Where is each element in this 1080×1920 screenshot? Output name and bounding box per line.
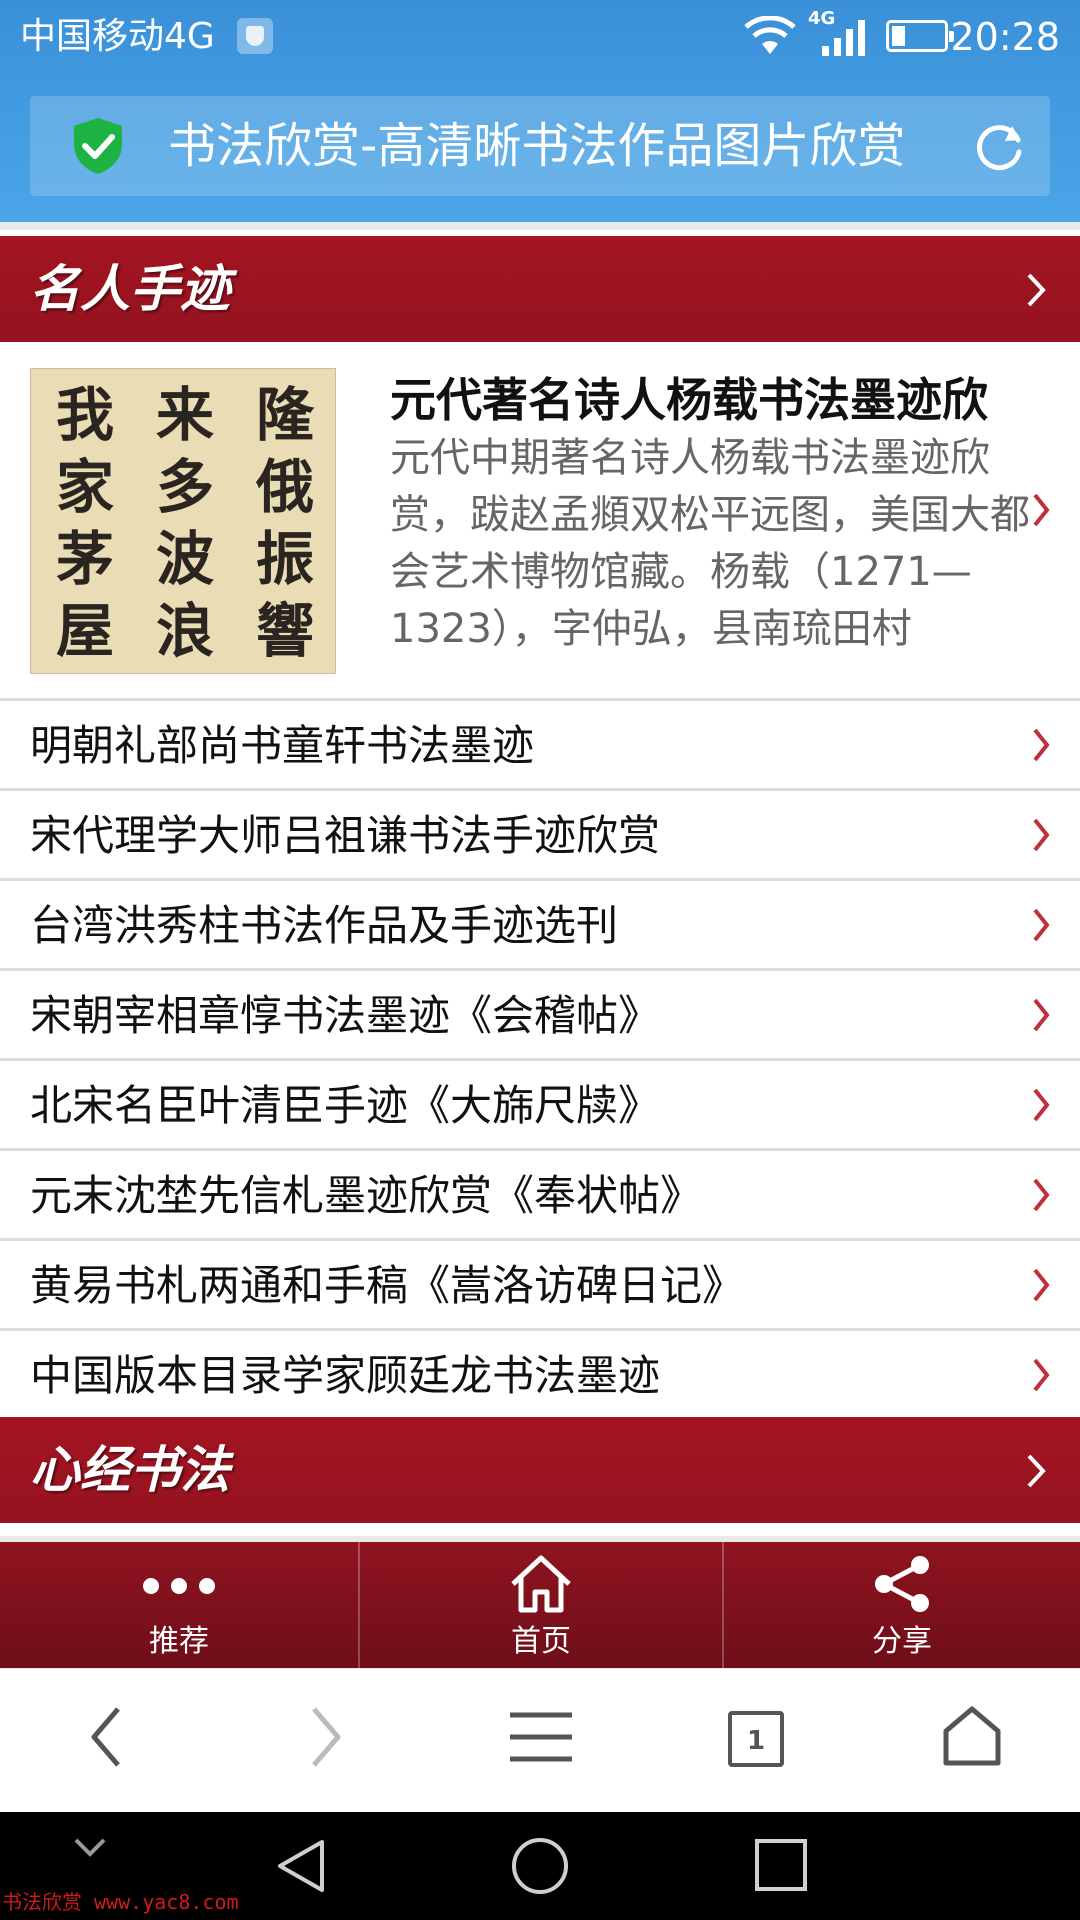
home-icon (511, 1555, 571, 1613)
article-title: 黄易书札两通和手稿《嵩洛访碑日记》 (30, 1261, 745, 1310)
browser-toolbar: 1 (0, 1668, 1080, 1812)
article-list-item[interactable]: 宋朝宰相章惇书法墨迹《会稽帖》 (0, 968, 1080, 1058)
chevron-right-icon (1027, 1454, 1046, 1488)
page-title[interactable]: 书法欣赏-高清晰书法作品图片欣赏 (168, 96, 905, 196)
status-bar: 中国移动4G 4G 20:28 (0, 0, 1080, 74)
article-list: 明朝礼部尚书童轩书法墨迹宋代理学大师吕祖谦书法手迹欣赏 台湾洪秀柱书法作品及手迹选… (0, 698, 1080, 1418)
address-bar[interactable]: 书法欣赏-高清晰书法作品图片欣赏 (30, 96, 1050, 196)
chevron-right-icon (1033, 1178, 1050, 1212)
thumbnail-calligraphy: 来多波浪 (155, 381, 214, 665)
chevron-right-icon (1027, 273, 1046, 307)
battery-icon (886, 20, 954, 52)
nav-recommend[interactable]: 推荐 (0, 1542, 358, 1668)
divider (0, 222, 1080, 230)
article-title: 宋朝宰相章惇书法墨迹《会稽帖》 (30, 991, 661, 1040)
nav-home[interactable]: 首页 (360, 1542, 722, 1668)
share-icon (875, 1556, 929, 1612)
nav-label: 推荐 (149, 1624, 209, 1659)
article-list-item[interactable]: 黄易书札两通和手稿《嵩洛访碑日记》 (0, 1238, 1080, 1328)
notification-icon (237, 18, 273, 54)
featured-thumbnail: 隆俄振響 来多波浪 我家茅屋 (30, 368, 336, 674)
battery-level (892, 26, 905, 46)
refresh-icon[interactable] (972, 118, 1028, 174)
chevron-right-icon (1033, 1268, 1050, 1302)
section-title: 名人手迹 (30, 260, 230, 318)
thumbnail-calligraphy: 隆俄振響 (255, 381, 314, 665)
nav-back-icon[interactable] (272, 1836, 328, 1896)
featured-description: 元代中期著名诗人杨载书法墨迹欣赏，跋赵孟頫双松平远图，美国大都会艺术博物馆藏。杨… (390, 435, 1030, 652)
featured-title[interactable]: 元代著名诗人杨载书法墨迹欣 (390, 364, 1040, 430)
article-title: 中国版本目录学家顾廷龙书法墨迹 (30, 1351, 661, 1400)
article-title: 元末沈埜先信札墨迹欣赏《奉状帖》 (30, 1171, 703, 1220)
shield-check-icon (74, 118, 122, 174)
article-list-item[interactable]: 宋代理学大师吕祖谦书法手迹欣赏 (0, 788, 1080, 878)
nav-label: 分享 (872, 1624, 932, 1659)
chevron-down-icon[interactable] (70, 1832, 110, 1862)
more-dots-icon (143, 1578, 215, 1594)
article-list-item[interactable]: 元末沈埜先信札墨迹欣赏《奉状帖》 (0, 1148, 1080, 1238)
back-icon[interactable] (88, 1705, 124, 1769)
section-title: 心经书法 (30, 1441, 230, 1499)
chevron-right-icon (1033, 998, 1050, 1032)
nav-recents-icon[interactable] (754, 1838, 808, 1892)
nav-share[interactable]: 分享 (724, 1542, 1080, 1668)
article-title: 明朝礼部尚书童轩书法墨迹 (30, 721, 535, 770)
nav-home-icon[interactable] (510, 1836, 570, 1896)
carrier-name: 中国移动4G (20, 16, 215, 57)
android-nav-bar: 书法欣赏 www.yac8.com (0, 1812, 1080, 1920)
chevron-right-icon (1033, 1088, 1050, 1122)
home-icon[interactable] (942, 1705, 1002, 1767)
article-list-item[interactable]: 台湾洪秀柱书法作品及手迹选刊 (0, 878, 1080, 968)
chevron-right-icon (1033, 493, 1050, 527)
chevron-right-icon (1033, 1358, 1050, 1392)
featured-article[interactable]: 隆俄振響 来多波浪 我家茅屋 元代著名诗人杨载书法墨迹欣 元代中期著名诗人杨载书… (0, 342, 1080, 698)
chevron-right-icon (1033, 908, 1050, 942)
chevron-right-icon (1033, 818, 1050, 852)
section-header-celebrity[interactable]: 名人手迹 (0, 236, 1080, 342)
site-bottom-nav: 推荐 首页 分享 (0, 1536, 1080, 1668)
article-list-item[interactable]: 北宋名臣叶清臣手迹《大旆尺牍》 (0, 1058, 1080, 1148)
watermark: 书法欣赏 www.yac8.com (2, 1890, 239, 1914)
thumbnail-calligraphy: 我家茅屋 (55, 381, 114, 665)
page-content: 名人手迹 隆俄振響 来多波浪 我家茅屋 元代著名诗人杨载书法墨迹欣 元代中期著名… (0, 222, 1080, 1536)
section-header-heart-sutra[interactable]: 心经书法 (0, 1417, 1080, 1523)
menu-icon[interactable] (508, 1709, 574, 1765)
article-title: 宋代理学大师吕祖谦书法手迹欣赏 (30, 811, 661, 860)
clock: 20:28 (950, 15, 1060, 59)
chevron-right-icon (1033, 728, 1050, 762)
signal-icon (822, 20, 865, 56)
article-list-item[interactable]: 中国版本目录学家顾廷龙书法墨迹 (0, 1328, 1080, 1418)
nav-label: 首页 (511, 1624, 571, 1659)
tabs-button[interactable]: 1 (728, 1711, 784, 1767)
wifi-icon (744, 16, 796, 54)
article-title: 北宋名臣叶清臣手迹《大旆尺牍》 (30, 1081, 661, 1130)
article-title: 台湾洪秀柱书法作品及手迹选刊 (30, 901, 619, 950)
tab-count: 1 (728, 1711, 784, 1767)
forward-icon[interactable] (308, 1705, 344, 1769)
article-list-item[interactable]: 明朝礼部尚书童轩书法墨迹 (0, 698, 1080, 788)
browser-top-chrome: 中国移动4G 4G 20:28 书法欣赏-高清晰书法作品图片欣赏 (0, 0, 1080, 222)
